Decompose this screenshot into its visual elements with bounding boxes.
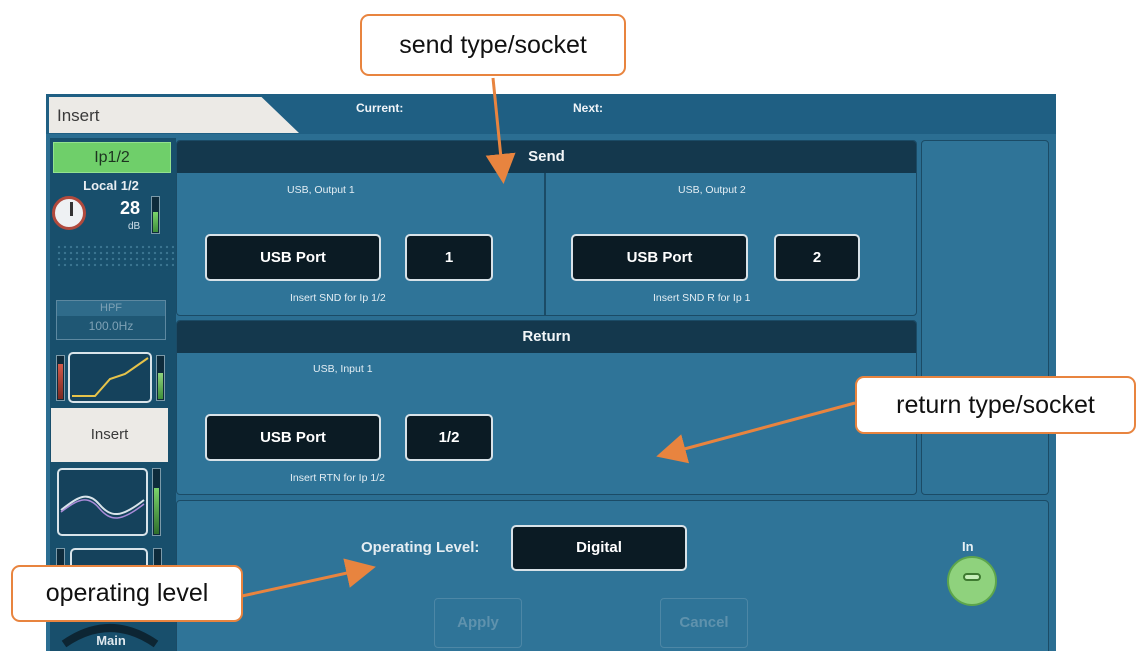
callout-arrows <box>241 77 856 598</box>
operating-arrow <box>241 558 376 598</box>
callout-return: return type/socket <box>855 376 1136 434</box>
return-arrow <box>656 401 856 464</box>
callout-operating: operating level <box>11 565 243 622</box>
send-arrow <box>485 77 516 184</box>
callout-send: send type/socket <box>360 14 626 76</box>
